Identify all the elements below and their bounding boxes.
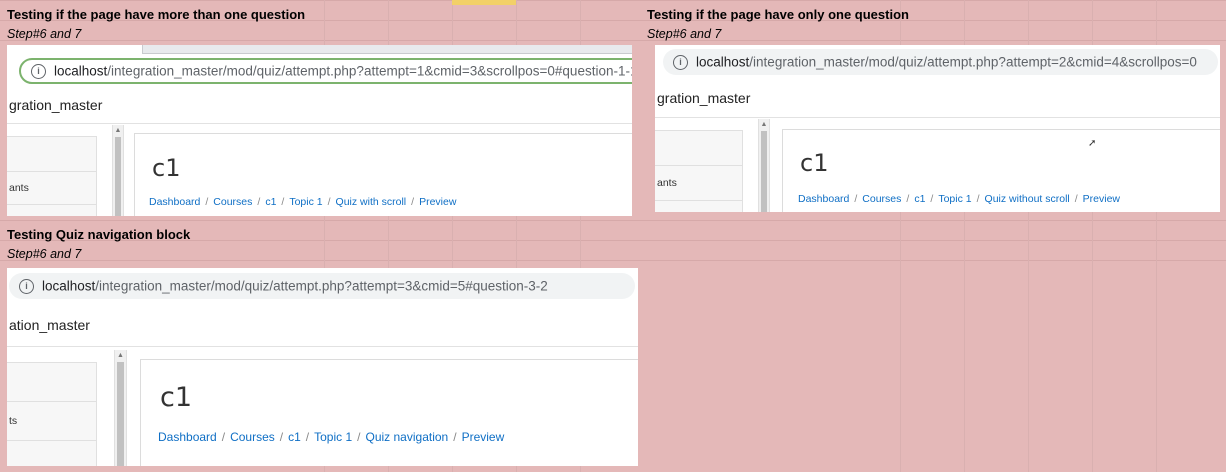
chevron-up-icon[interactable]: ▲ [113, 127, 123, 134]
section-title: Testing if the page have more than one q… [7, 7, 306, 22]
breadcrumb-link[interactable]: Quiz navigation [366, 430, 449, 444]
section-title: Testing if the page have only one questi… [647, 7, 909, 22]
scrollbar-thumb[interactable] [117, 362, 124, 466]
info-icon[interactable]: i [31, 63, 46, 79]
breadcrumb-link[interactable]: Dashboard [798, 193, 849, 205]
breadcrumb-link[interactable]: Preview [419, 196, 456, 208]
scrollbar-thumb[interactable] [115, 137, 121, 216]
site-name[interactable]: gration_master [7, 89, 632, 124]
breadcrumb: Dashboard / Courses / c1/Topic 1/Quiz with s… [149, 196, 457, 208]
section-step: Step#6 and 7 [7, 247, 82, 261]
breadcrumb-link[interactable]: Topic 1 [938, 193, 971, 205]
scrollbar-thumb[interactable] [761, 131, 767, 212]
screenshot-quiz-navigation: i localhost/integration_master/mod/quiz/a… [7, 268, 638, 466]
chevron-up-icon[interactable]: ▲ [115, 352, 126, 359]
breadcrumb-link[interactable]: Dashboard [158, 430, 217, 444]
address-bar[interactable]: i localhost/integration_master/mod/quiz/a… [9, 273, 635, 299]
address-bar[interactable]: i localhost/integration_master/mod/quiz/a… [19, 58, 632, 84]
url-path: /integration_master/mod/quiz/attempt.php… [95, 278, 548, 294]
grid-row-line [0, 0, 1226, 1]
breadcrumb-link[interactable]: Topic 1 [314, 430, 352, 444]
info-icon[interactable]: i [19, 278, 34, 294]
url-path: /integration_master/mod/quiz/attempt.php… [749, 54, 1197, 70]
course-heading: c1 [160, 382, 193, 413]
section-step: Step#6 and 7 [647, 27, 722, 41]
left-drawer-item[interactable] [7, 363, 96, 402]
breadcrumb-link[interactable]: Topic 1 [289, 196, 322, 208]
left-drawer: ts [7, 362, 97, 466]
left-drawer: ants [655, 130, 743, 212]
grid-row-line [0, 220, 1226, 221]
left-drawer-item[interactable]: ants [655, 166, 742, 201]
breadcrumb-link[interactable]: c1 [914, 193, 925, 205]
breadcrumb: Dashboard / Courses / c1/Topic 1/Quiz withou… [798, 193, 1121, 205]
page-header-card: c1 Dashboard / Courses / c1/Topic 1/Quiz nav… [140, 359, 638, 466]
url-host: localhost [42, 278, 96, 294]
scrollbar[interactable]: ▲ [114, 350, 127, 466]
left-drawer-item[interactable]: ants [7, 172, 96, 205]
url-host: localhost [54, 63, 108, 79]
address-bar[interactable]: i localhost/integration_master/mod/quiz/a… [663, 49, 1218, 75]
screenshot-quiz-with-scroll: i localhost/integration_master/mod/quiz/a… [7, 45, 632, 216]
screenshot-quiz-without-scroll: i localhost/integration_master/mod/quiz/a… [655, 45, 1220, 212]
breadcrumb-link[interactable]: Dashboard [149, 196, 200, 208]
selected-cell-highlight[interactable] [452, 0, 516, 5]
breadcrumb-link[interactable]: Quiz without scroll [985, 193, 1070, 205]
browser-tab-strip [142, 45, 632, 54]
breadcrumb-link[interactable]: Preview [1083, 193, 1120, 205]
breadcrumb-link[interactable]: c1 [288, 430, 301, 444]
breadcrumb-link[interactable]: c1 [265, 196, 276, 208]
chevron-up-icon[interactable]: ▲ [759, 121, 769, 128]
site-name[interactable]: ation_master [7, 304, 638, 347]
breadcrumb-link[interactable]: Courses [230, 430, 275, 444]
left-drawer: ants [7, 136, 97, 216]
breadcrumb-link[interactable]: Courses [862, 193, 901, 205]
mouse-cursor-icon: ➚ [1088, 138, 1097, 149]
breadcrumb: Dashboard / Courses / c1/Topic 1/Quiz naviga… [158, 430, 505, 444]
left-drawer-item[interactable] [655, 131, 742, 166]
scrollbar[interactable]: ▲ [758, 119, 770, 212]
breadcrumb-link[interactable]: Quiz with scroll [336, 196, 407, 208]
scrollbar[interactable]: ▲ [112, 125, 124, 216]
site-name[interactable]: gration_master [655, 81, 1220, 118]
breadcrumb-link[interactable]: Courses [213, 196, 252, 208]
grid-row-line [0, 260, 1226, 261]
left-drawer-item[interactable] [7, 137, 96, 172]
section-title: Testing Quiz navigation block [7, 227, 191, 242]
url-path: /integration_master/mod/quiz/attempt.php… [107, 63, 632, 79]
left-drawer-item[interactable]: ts [7, 402, 96, 441]
url-host: localhost [696, 54, 750, 70]
course-heading: c1 [152, 154, 181, 182]
page-header-card: c1 Dashboard / Courses / c1/Topic 1/Quiz wit… [782, 129, 1220, 212]
grid-row-line [0, 40, 1226, 41]
info-icon[interactable]: i [673, 54, 688, 70]
breadcrumb-link[interactable]: Preview [462, 430, 505, 444]
page-header-card: c1 Dashboard / Courses / c1/Topic 1/Quiz wit… [134, 133, 632, 216]
section-step: Step#6 and 7 [7, 27, 82, 41]
course-heading: c1 [800, 149, 829, 177]
